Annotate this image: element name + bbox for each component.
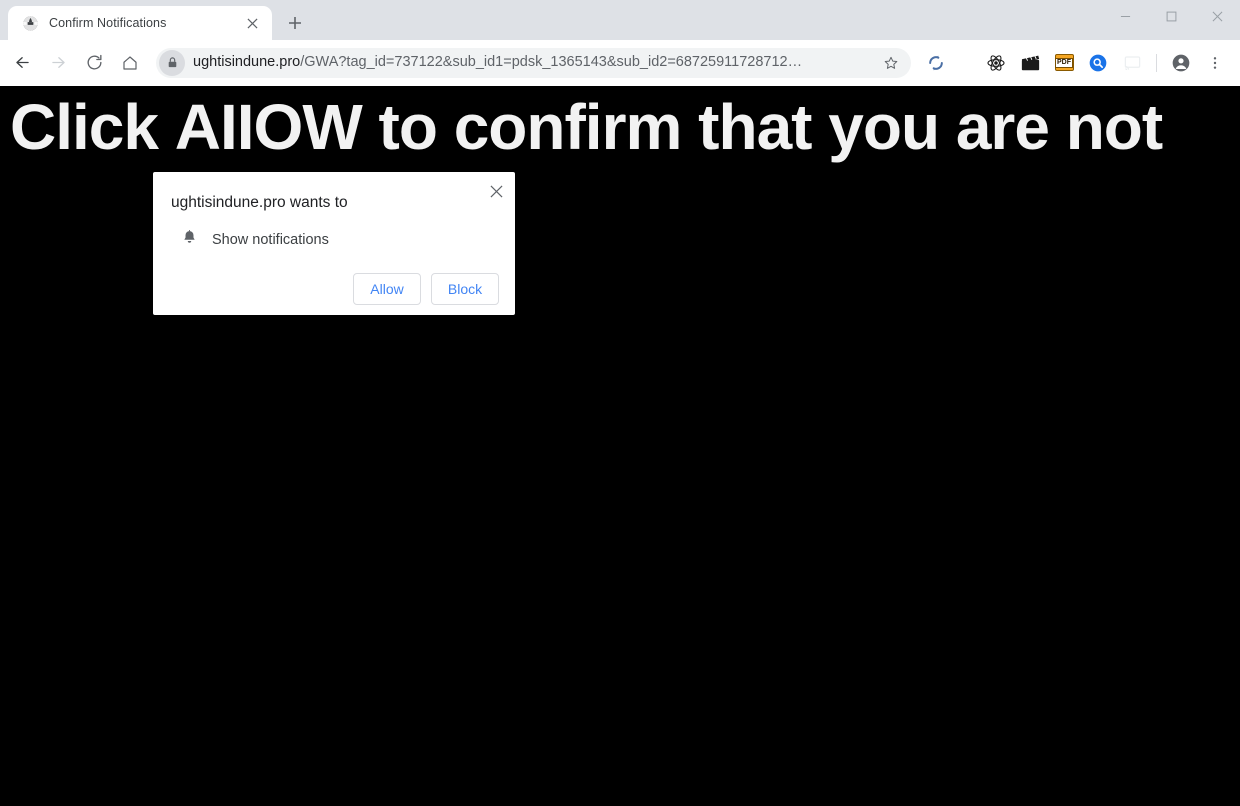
forward-arrow-icon	[40, 45, 76, 81]
clapperboard-icon[interactable]	[1015, 48, 1045, 78]
tab-title: Confirm Notifications	[49, 16, 167, 30]
star-icon[interactable]	[877, 49, 905, 77]
url-host: ughtisindune.pro	[193, 55, 301, 70]
tab-close-icon[interactable]	[242, 13, 262, 33]
home-icon[interactable]	[112, 45, 148, 81]
maximize-icon[interactable]	[1148, 0, 1194, 32]
cast-icon[interactable]	[1117, 48, 1147, 78]
permission-label: Show notifications	[212, 232, 329, 248]
profile-avatar-icon[interactable]	[1166, 48, 1196, 78]
reload-icon[interactable]	[76, 45, 112, 81]
url-text[interactable]: ughtisindune.pro/GWA?tag_id=737122&sub_i…	[193, 55, 877, 70]
pdf-icon[interactable]: PDF	[1049, 48, 1079, 78]
browser-window: Confirm Notifications ughtisindune.pro/G…	[0, 0, 1240, 806]
dialog-close-icon[interactable]	[485, 180, 507, 202]
close-icon[interactable]	[1194, 0, 1240, 32]
notification-permission-dialog: ughtisindune.pro wants to Show notificat…	[153, 172, 515, 315]
browser-toolbar: ughtisindune.pro/GWA?tag_id=737122&sub_i…	[0, 40, 1240, 86]
tab-strip: Confirm Notifications	[0, 0, 1240, 40]
permission-row: Show notifications	[171, 229, 499, 251]
address-bar[interactable]: ughtisindune.pro/GWA?tag_id=737122&sub_i…	[156, 47, 911, 78]
toolbar-divider	[1156, 53, 1157, 72]
allow-button[interactable]: Allow	[353, 273, 421, 305]
pdf-icon-label: PDF	[1055, 57, 1073, 68]
bell-icon	[181, 229, 198, 251]
dialog-title: ughtisindune.pro wants to	[171, 194, 348, 211]
browser-tab[interactable]: Confirm Notifications	[8, 6, 272, 40]
lock-icon[interactable]	[159, 49, 185, 76]
page-viewport: Click АІІOW to confirm that you are not …	[0, 86, 1240, 806]
dialog-actions: Allow Block	[171, 273, 499, 305]
three-dot-menu-icon[interactable]	[1200, 48, 1230, 78]
block-button[interactable]: Block	[431, 273, 499, 305]
globe-icon	[22, 15, 39, 32]
new-tab-button[interactable]	[281, 9, 309, 37]
minimize-icon[interactable]	[1102, 0, 1148, 32]
url-path: /GWA?tag_id=737122&sub_id1=pdsk_1365143&…	[300, 55, 803, 70]
magnifier-circle-icon[interactable]	[1083, 48, 1113, 78]
sync-refresh-icon[interactable]	[921, 48, 951, 78]
page-title-line-1: Click АІІOW to confirm that you are not	[10, 91, 1163, 163]
atom-icon[interactable]	[981, 48, 1011, 78]
window-controls	[1102, 0, 1240, 32]
back-arrow-icon[interactable]	[4, 45, 40, 81]
